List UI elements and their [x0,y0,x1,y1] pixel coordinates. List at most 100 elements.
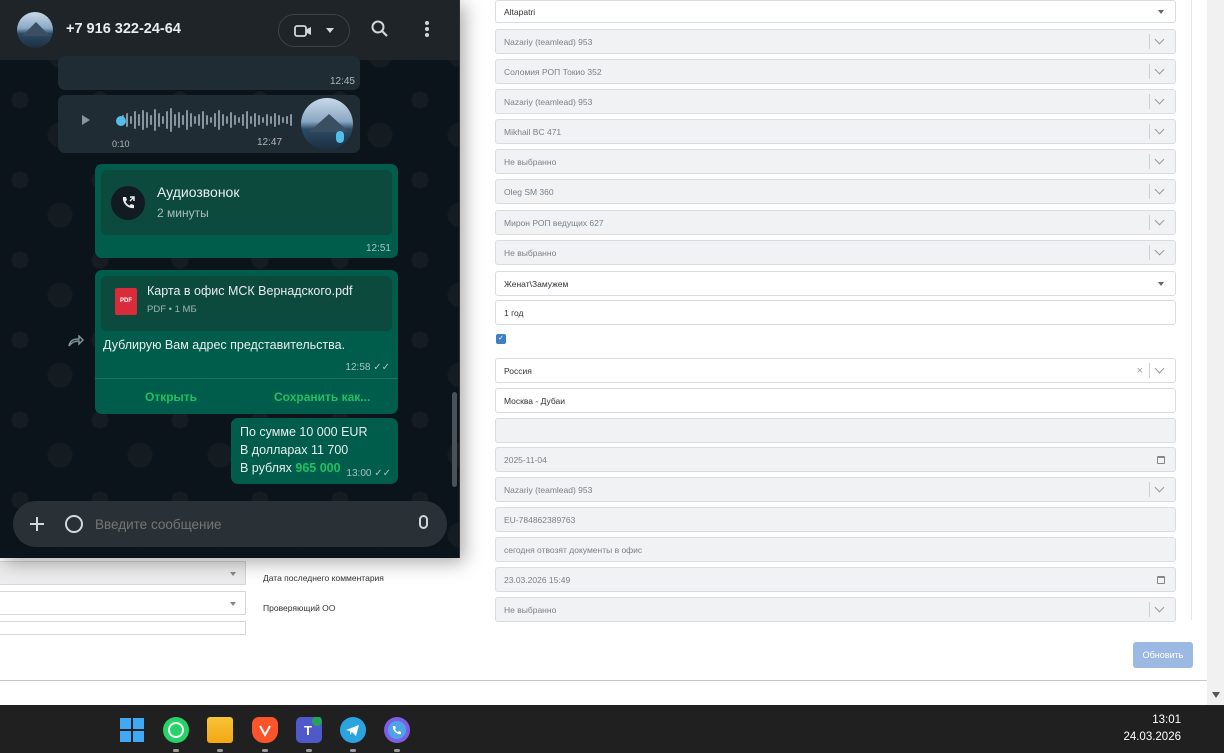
chat-header: +7 916 322-24-64 [0,0,459,60]
waveform-bar [174,114,176,126]
viber-icon[interactable] [384,717,410,743]
chevron-down-icon[interactable] [1154,245,1165,256]
waveform-bar [266,114,268,126]
form-field-text[interactable]: Москва - Дубаи [495,388,1176,413]
field-value: сегодня отвозят документы в офис [504,544,643,555]
separator [1149,154,1150,169]
field-value: Москва - Дубаи [504,395,566,406]
chevron-down-icon[interactable] [1154,94,1165,105]
brave-browser-icon[interactable] [252,717,278,743]
message-bubble[interactable]: По сумме 10 000 EUR В долларах 11 700 В … [231,418,398,484]
form-field-select2[interactable]: Mikhail BC 471 [495,119,1176,144]
select-controls [1143,150,1167,173]
clock-date[interactable]: 24.03.2026 [1123,731,1181,743]
video-call-button[interactable] [278,14,350,47]
chevron-down-icon[interactable] [1154,124,1165,135]
form-field-text[interactable]: сегодня отвозят документы в офис [495,537,1176,562]
form-field-select2[interactable]: Oleg SM 360 [495,179,1176,204]
waveform-bar [258,115,260,125]
chevron-down-icon[interactable] [1154,64,1165,75]
audio-call-message[interactable]: Аудиозвонок 2 минуты 12:51 [95,164,398,258]
voice-elapsed: 0:10 [112,139,130,149]
form-field-text[interactable] [495,418,1176,443]
sticker-icon[interactable] [65,515,83,533]
field-value: Мирон РОП ведущих 627 [504,217,604,228]
save-as-button[interactable]: Сохранить как... [274,390,370,404]
clear-icon[interactable]: × [1137,365,1143,377]
form-field-select2[interactable]: Не выбранно [495,149,1176,174]
avatar[interactable] [17,12,53,48]
form-field-select2[interactable]: Не выбранно [495,240,1176,265]
form-field-select2-clear[interactable]: Россия × [495,358,1176,383]
running-indicator [350,749,356,752]
voice-waveform[interactable] [118,107,298,133]
attach-plus-icon[interactable] [28,510,46,540]
chevron-down-icon[interactable] [1154,482,1165,493]
scroll-down-icon[interactable] [1212,692,1220,698]
form-field-select[interactable]: Altapatri [495,0,1176,23]
form-field-select2[interactable]: Nazariy (teamlead) 953 [495,29,1176,54]
more-options-icon[interactable] [422,20,432,38]
document-card[interactable]: PDF Карта в офис МСК Вернадского.pdf PDF… [101,276,392,331]
taskbar: T 13:01 24.03.2026 [0,705,1224,753]
form-field-select2[interactable]: Соломия РОП Токио 352 [495,59,1176,84]
separator [1149,94,1150,109]
chat-scrollbar[interactable] [452,392,457,487]
update-button[interactable]: Обновить [1133,642,1193,668]
forward-icon[interactable] [68,334,84,352]
microphone-icon[interactable] [419,515,428,529]
calendar-icon[interactable] [1157,575,1165,584]
chevron-down-icon[interactable] [1154,34,1165,45]
form-field-select2[interactable]: Nazariy (teamlead) 953 [495,89,1176,114]
message-bubble[interactable]: 12:45 [58,56,360,90]
file-explorer-icon[interactable] [207,717,233,743]
form-field-text[interactable]: 1 год [495,300,1176,325]
calendar-icon[interactable] [1157,455,1165,464]
form-field-select2[interactable]: Не выбранно [495,597,1176,622]
form-field-select[interactable]: Женат\Замужем [495,271,1176,296]
form-field-text[interactable]: EU-784862389763 [495,507,1176,532]
windows-start-icon[interactable] [119,717,145,743]
waveform-bar [134,111,136,129]
checkbox[interactable]: ✓ [496,334,506,344]
chevron-down-icon[interactable] [1154,184,1165,195]
page-scrollbar[interactable] [1207,0,1224,705]
telegram-icon[interactable] [340,717,366,743]
message-line-prefix: В рублях [240,461,296,475]
voice-progress-handle[interactable] [116,116,126,126]
form-field-date[interactable]: 2025-11-04 [495,447,1176,472]
chevron-down-icon[interactable] [1154,215,1165,226]
dropdown-arrow-icon[interactable] [1158,281,1164,286]
open-button[interactable]: Открыть [145,390,197,404]
waveform-bar [130,116,132,124]
play-icon[interactable] [82,115,90,125]
call-card[interactable]: Аудиозвонок 2 минуты [101,170,392,235]
field-value: EU-784862389763 [504,514,576,525]
whatsapp-icon[interactable] [163,717,189,743]
select-controls [1143,241,1167,264]
clock-time[interactable]: 13:01 [1152,714,1181,726]
dropdown-arrow-icon[interactable] [1158,9,1164,14]
left-select-3[interactable] [0,621,246,635]
message-composer [13,501,447,547]
call-title: Аудиозвонок [157,184,240,200]
contact-name[interactable]: +7 916 322-24-64 [66,21,181,37]
waveform-bar [158,113,160,127]
form-field-date[interactable]: 23.03.2026 15:49 [495,567,1176,592]
chevron-down-icon[interactable] [1154,363,1165,374]
message-input[interactable] [95,513,395,535]
chevron-down-icon[interactable] [1154,602,1165,613]
chevron-down-icon[interactable] [1154,154,1165,165]
search-icon[interactable] [371,20,389,43]
field-value: Соломия РОП Токио 352 [504,66,602,77]
select-controls [1143,598,1167,621]
waveform-bar [222,114,224,126]
teams-icon[interactable]: T [296,716,322,743]
form-field-select2[interactable]: Nazariy (teamlead) 953 [495,477,1176,502]
form-field-select2[interactable]: Мирон РОП ведущих 627 [495,210,1176,235]
left-select-1[interactable] [0,561,246,585]
document-message[interactable]: PDF Карта в офис МСК Вернадского.pdf PDF… [95,270,398,414]
voice-message[interactable]: 0:10 12:47 [58,95,360,153]
separator [1149,363,1150,378]
left-select-2[interactable] [0,591,246,615]
